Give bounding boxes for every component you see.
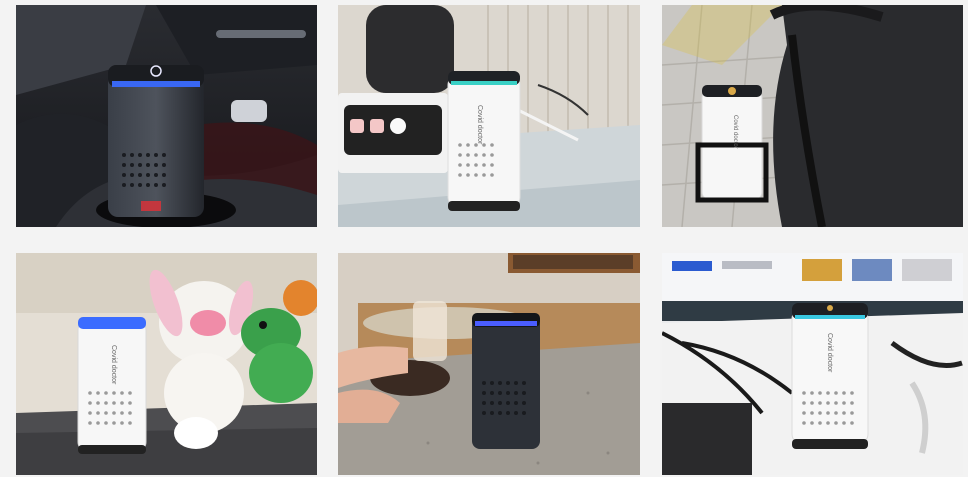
cafe-scene (338, 253, 640, 475)
device-brand-label: Covid doctor (476, 105, 483, 145)
shelf-scene: Covid doctor (338, 5, 640, 227)
photo-office-desk[interactable]: Covid doctor (662, 253, 963, 475)
office-scene: Covid doctor (662, 253, 963, 475)
white-purifier: Covid doctor (695, 85, 769, 203)
device-brand-label: Covid doctor (732, 115, 738, 149)
device-brand-label: Covid doctor (826, 333, 833, 373)
device-brand-label: Covid doctor (110, 345, 117, 385)
photo-shelf-speaker[interactable]: Covid doctor (338, 5, 640, 227)
photo-plush-toys[interactable]: Covid doctor (16, 253, 317, 475)
stroller-scene: Covid doctor (662, 5, 963, 227)
photo-car-cupholder[interactable] (16, 5, 317, 227)
photo-gallery: Covid doctor Covid doctor Covid doctor C… (0, 0, 968, 477)
black-purifier (472, 313, 540, 449)
photo-cafe-table[interactable] (338, 253, 640, 475)
white-purifier: Covid doctor (791, 303, 869, 449)
white-purifier: Covid doctor (447, 71, 521, 211)
car-scene (16, 5, 317, 227)
white-purifier: Covid doctor (77, 317, 147, 454)
photo-stroller[interactable]: Covid doctor (662, 5, 963, 227)
black-purifier (108, 65, 204, 217)
toys-scene: Covid doctor (16, 253, 317, 475)
